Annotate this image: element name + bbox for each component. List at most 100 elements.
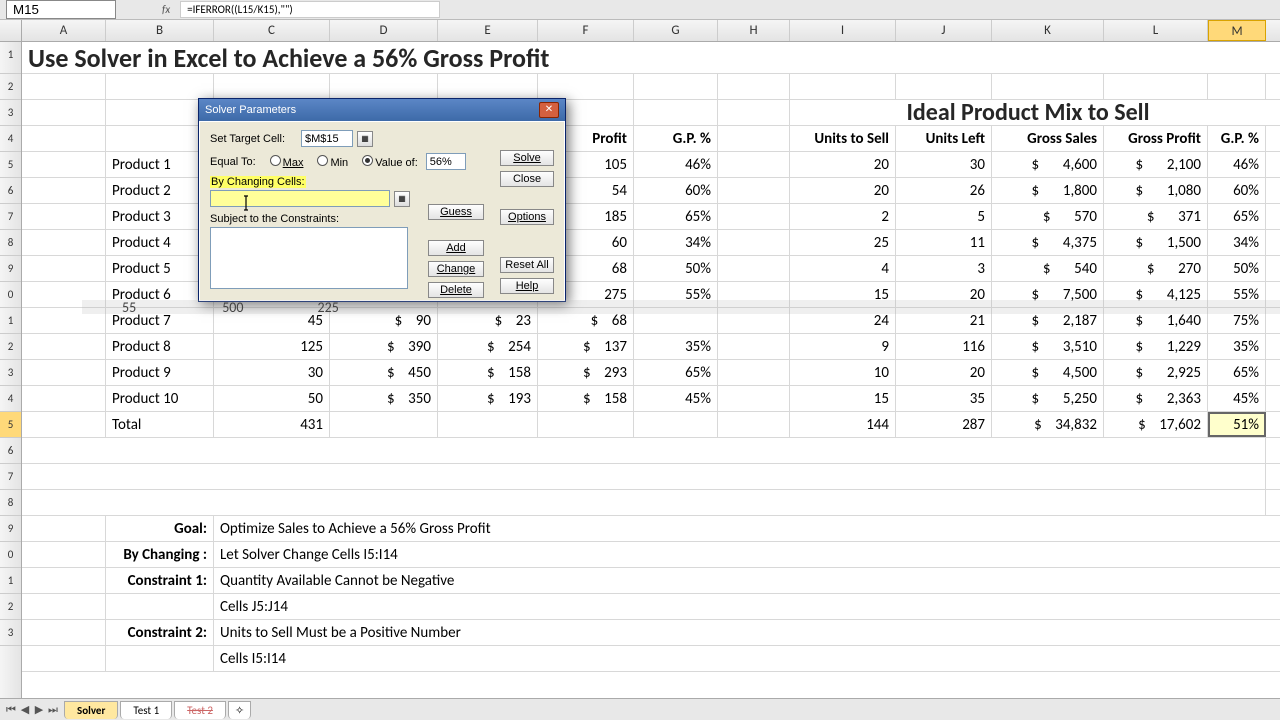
hdr-gross-sales: Gross Sales bbox=[992, 126, 1104, 151]
col-A[interactable]: A bbox=[22, 20, 106, 41]
hdr-rgp: G.P. % bbox=[1208, 126, 1266, 151]
gross-sales-val: $ 4,500 bbox=[992, 360, 1104, 385]
total-c: 431 bbox=[214, 412, 330, 437]
close-icon[interactable]: ✕ bbox=[539, 102, 559, 118]
gross-sales-val: $ 4,600 bbox=[992, 152, 1104, 177]
row-hdr[interactable]: 3 bbox=[0, 620, 21, 646]
col-e-val: $ 158 bbox=[438, 360, 538, 385]
formula-input[interactable]: =IFERROR((L15/K15),"") bbox=[180, 1, 440, 18]
row-hdr[interactable]: 8 bbox=[0, 490, 21, 516]
gp-val: 46% bbox=[634, 152, 718, 177]
ref-picker-icon[interactable]: ▦ bbox=[357, 131, 373, 147]
gross-sales-val: $ 5,250 bbox=[992, 386, 1104, 411]
subject-label: Subject to the Constraints: bbox=[210, 213, 339, 225]
ref-picker-icon[interactable]: ▦ bbox=[394, 191, 410, 207]
gp-val: 45% bbox=[634, 386, 718, 411]
row-hdr[interactable]: 9 bbox=[0, 256, 21, 282]
row-hdr[interactable]: 3 bbox=[0, 360, 21, 386]
radio-min[interactable] bbox=[317, 155, 328, 166]
target-cell-input[interactable] bbox=[301, 130, 353, 147]
name-box[interactable] bbox=[6, 0, 116, 19]
col-M[interactable]: M bbox=[1208, 20, 1266, 41]
row-hdr[interactable]: 1 bbox=[0, 308, 21, 334]
row-hdr[interactable]: 2 bbox=[0, 594, 21, 620]
row-hdr[interactable]: 4 bbox=[0, 386, 21, 412]
col-d-val: $ 390 bbox=[330, 334, 438, 359]
row-hdr[interactable]: 1 bbox=[0, 568, 21, 594]
row-hdr[interactable]: 3 bbox=[0, 100, 21, 126]
row-hdr[interactable]: 7 bbox=[0, 204, 21, 230]
dialog-titlebar[interactable]: Solver Parameters ✕ bbox=[199, 99, 565, 121]
row-hdr[interactable]: 5 bbox=[0, 412, 21, 438]
row-hdr[interactable]: 6 bbox=[0, 438, 21, 464]
tab-nav-last-icon[interactable]: ⏭ bbox=[46, 703, 60, 717]
reset-button[interactable]: Reset All bbox=[500, 257, 554, 273]
delete-button[interactable]: Delete bbox=[428, 282, 484, 298]
constraint1-label: Constraint 1: bbox=[106, 568, 214, 593]
gross-sales-val: $ 1,800 bbox=[992, 178, 1104, 203]
units-sell-val: 20 bbox=[790, 152, 896, 177]
row-hdr[interactable]: 4 bbox=[0, 126, 21, 152]
close-button[interactable]: Close bbox=[500, 171, 554, 187]
sheet-tabs: ⏮ ◀ ▶ ⏭ Solver Test 1 Test 2 ✧ bbox=[0, 698, 1280, 720]
col-G[interactable]: G bbox=[634, 20, 718, 41]
col-H[interactable]: H bbox=[718, 20, 790, 41]
solver-dialog[interactable]: Solver Parameters ✕ Set Target Cell: ▦ E… bbox=[198, 98, 566, 302]
row-hdr[interactable]: 2 bbox=[0, 74, 21, 100]
tab-nav-first-icon[interactable]: ⏮ bbox=[4, 703, 18, 717]
radio-max[interactable] bbox=[270, 155, 281, 166]
col-B[interactable]: B bbox=[106, 20, 214, 41]
row-hdr[interactable]: 9 bbox=[0, 516, 21, 542]
rgp-val: 46% bbox=[1208, 152, 1266, 177]
row-hdr[interactable]: 0 bbox=[0, 282, 21, 308]
col-c-val: 30 bbox=[214, 360, 330, 385]
row-hdr[interactable]: 2 bbox=[0, 334, 21, 360]
row-hdr[interactable]: 6 bbox=[0, 178, 21, 204]
row-hdr[interactable]: 1 bbox=[0, 42, 21, 74]
total-gp-selected[interactable]: 51% bbox=[1208, 412, 1266, 437]
row-hdr[interactable]: 5 bbox=[0, 152, 21, 178]
radio-value-of[interactable] bbox=[362, 155, 373, 166]
constraints-list[interactable] bbox=[210, 227, 408, 289]
gp-val: 65% bbox=[634, 360, 718, 385]
add-button[interactable]: Add bbox=[428, 240, 484, 256]
col-J[interactable]: J bbox=[896, 20, 992, 41]
col-C[interactable]: C bbox=[214, 20, 330, 41]
col-c-val: 50 bbox=[214, 386, 330, 411]
col-I[interactable]: I bbox=[790, 20, 896, 41]
column-headers: A B C D E F G H I J K L M bbox=[0, 20, 1280, 42]
col-L[interactable]: L bbox=[1104, 20, 1208, 41]
tab-solver[interactable]: Solver bbox=[64, 701, 118, 719]
tab-nav-prev-icon[interactable]: ◀ bbox=[18, 703, 32, 717]
rgp-val: 50% bbox=[1208, 256, 1266, 281]
max-label: Max bbox=[283, 157, 304, 169]
value-input[interactable] bbox=[426, 153, 466, 170]
row-hdr[interactable]: 8 bbox=[0, 230, 21, 256]
changing-cells-input[interactable] bbox=[210, 190, 390, 207]
solve-button[interactable]: Solve bbox=[500, 150, 554, 166]
changing-text: Let Solver Change Cells I5:I14 bbox=[214, 542, 1214, 567]
new-tab-icon[interactable]: ✧ bbox=[228, 701, 251, 719]
options-button[interactable]: Options bbox=[500, 209, 554, 225]
residual-row-6: 55 500 225 bbox=[82, 300, 1280, 314]
col-E[interactable]: E bbox=[438, 20, 538, 41]
product-name: Product 8 bbox=[106, 334, 214, 359]
constraint2-cells: Cells I5:I14 bbox=[214, 646, 1214, 671]
formula-bar: fx =IFERROR((L15/K15),"") bbox=[0, 0, 1280, 20]
fx-icon[interactable]: fx bbox=[162, 3, 170, 16]
tab-nav-next-icon[interactable]: ▶ bbox=[32, 703, 46, 717]
value-of-label: Value of: bbox=[375, 157, 418, 169]
help-button[interactable]: Help bbox=[500, 278, 554, 294]
total-prof: $ 17,602 bbox=[1104, 412, 1208, 437]
total-sell: 144 bbox=[790, 412, 896, 437]
row-hdr[interactable]: 7 bbox=[0, 464, 21, 490]
col-F[interactable]: F bbox=[538, 20, 634, 41]
col-D[interactable]: D bbox=[330, 20, 438, 41]
guess-button[interactable]: Guess bbox=[428, 204, 484, 220]
total-sales: $ 34,832 bbox=[992, 412, 1104, 437]
change-button[interactable]: Change bbox=[428, 261, 484, 277]
col-K[interactable]: K bbox=[992, 20, 1104, 41]
row-hdr[interactable]: 0 bbox=[0, 542, 21, 568]
tab-test1[interactable]: Test 1 bbox=[120, 701, 172, 719]
tab-test2[interactable]: Test 2 bbox=[174, 701, 226, 719]
